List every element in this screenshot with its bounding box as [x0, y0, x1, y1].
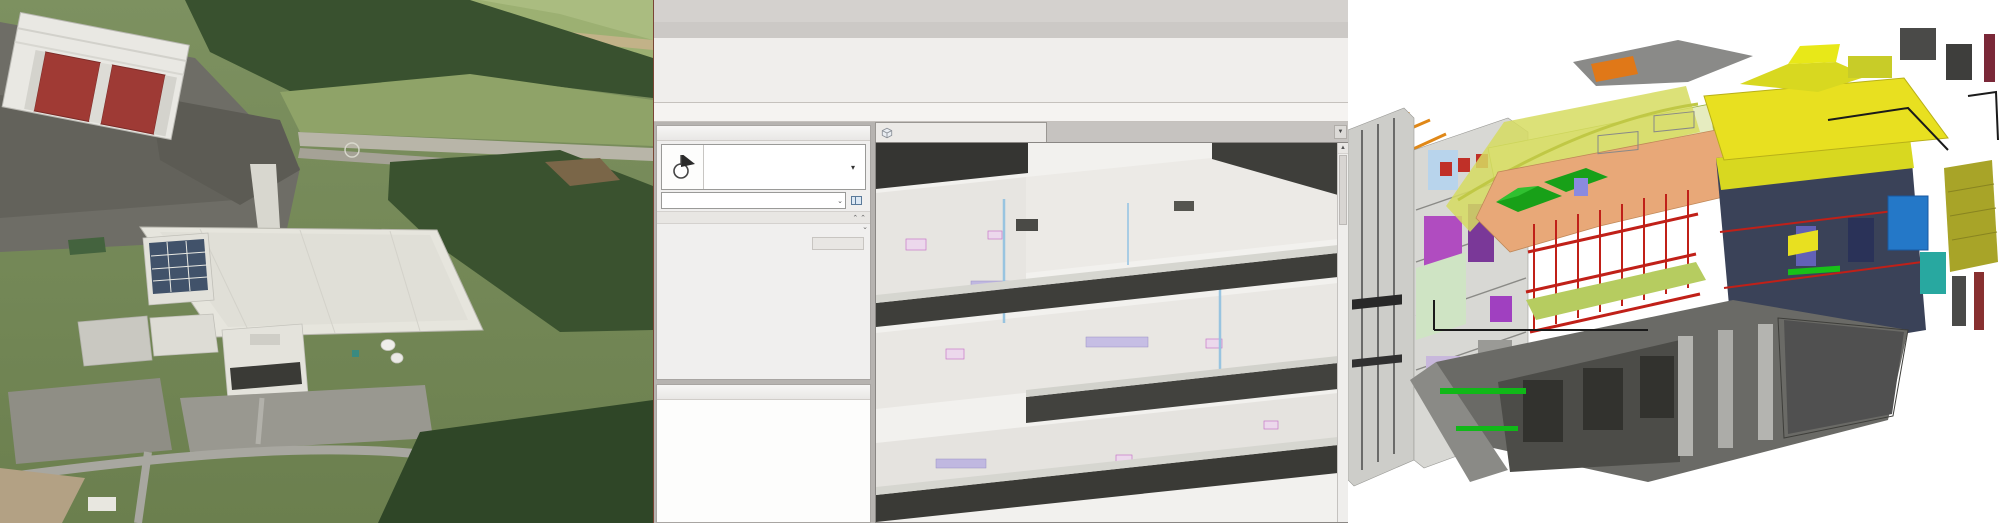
scroll-up-icon[interactable]: ▲ — [1338, 143, 1348, 154]
aerial-photo — [0, 0, 653, 523]
scrollbar-thumb[interactable] — [1339, 155, 1347, 225]
options-bar — [654, 103, 1348, 122]
section-type-icon — [662, 145, 704, 189]
screenshot-root: ▾ ⌄ ⌃ ⌃ — [0, 0, 2000, 523]
view-tab-bar: ▼ — [875, 122, 1348, 142]
drawing-canvas[interactable]: ▲ — [875, 142, 1348, 523]
revit-window: ▾ ⌄ ⌃ ⌃ — [653, 0, 1348, 523]
edit-type-button[interactable] — [849, 192, 866, 209]
steel-detailing-view — [876, 143, 1338, 522]
tab-options-icon[interactable]: ▼ — [1334, 125, 1347, 139]
apply-button[interactable] — [812, 237, 864, 250]
ribbon — [654, 38, 1348, 88]
ribbon-group-labels — [654, 88, 1348, 103]
collapse-icon[interactable]: ⌃ ⌃ — [852, 214, 870, 222]
graphics-section-header[interactable]: ⌃ ⌃ — [657, 211, 870, 224]
workspace: ▾ ⌄ ⌃ ⌃ — [654, 122, 1348, 523]
view-tab[interactable] — [875, 122, 1047, 142]
type-select-dropdown[interactable]: ⌄ — [661, 192, 846, 209]
properties-footer — [657, 237, 870, 250]
type-selector[interactable]: ▾ — [661, 144, 866, 190]
chevron-down-icon[interactable]: ▾ — [851, 145, 865, 189]
vertical-scrollbar[interactable]: ▲ — [1337, 143, 1348, 522]
view-3d-box-icon — [881, 127, 893, 139]
left-panels: ▾ ⌄ ⌃ ⌃ — [654, 122, 873, 523]
project-browser-panel — [656, 384, 871, 523]
project-browser-tree — [657, 400, 870, 522]
ribbon-tab-bar — [654, 22, 1348, 38]
title-bar — [654, 0, 1348, 22]
project-browser-header — [657, 385, 870, 400]
view-area: ▼ — [875, 122, 1348, 523]
bim-model-render — [1348, 0, 2000, 523]
chevron-down-icon: ⌄ — [837, 197, 843, 205]
type-selector-text — [704, 145, 851, 189]
properties-panel: ▾ ⌄ ⌃ ⌃ — [656, 125, 871, 380]
scroll-down-icon[interactable]: ⌄ — [657, 224, 870, 234]
solar-array — [149, 239, 208, 294]
edit-type-icon — [851, 196, 862, 205]
properties-header — [657, 126, 870, 141]
type-select-row: ⌄ — [661, 192, 866, 209]
